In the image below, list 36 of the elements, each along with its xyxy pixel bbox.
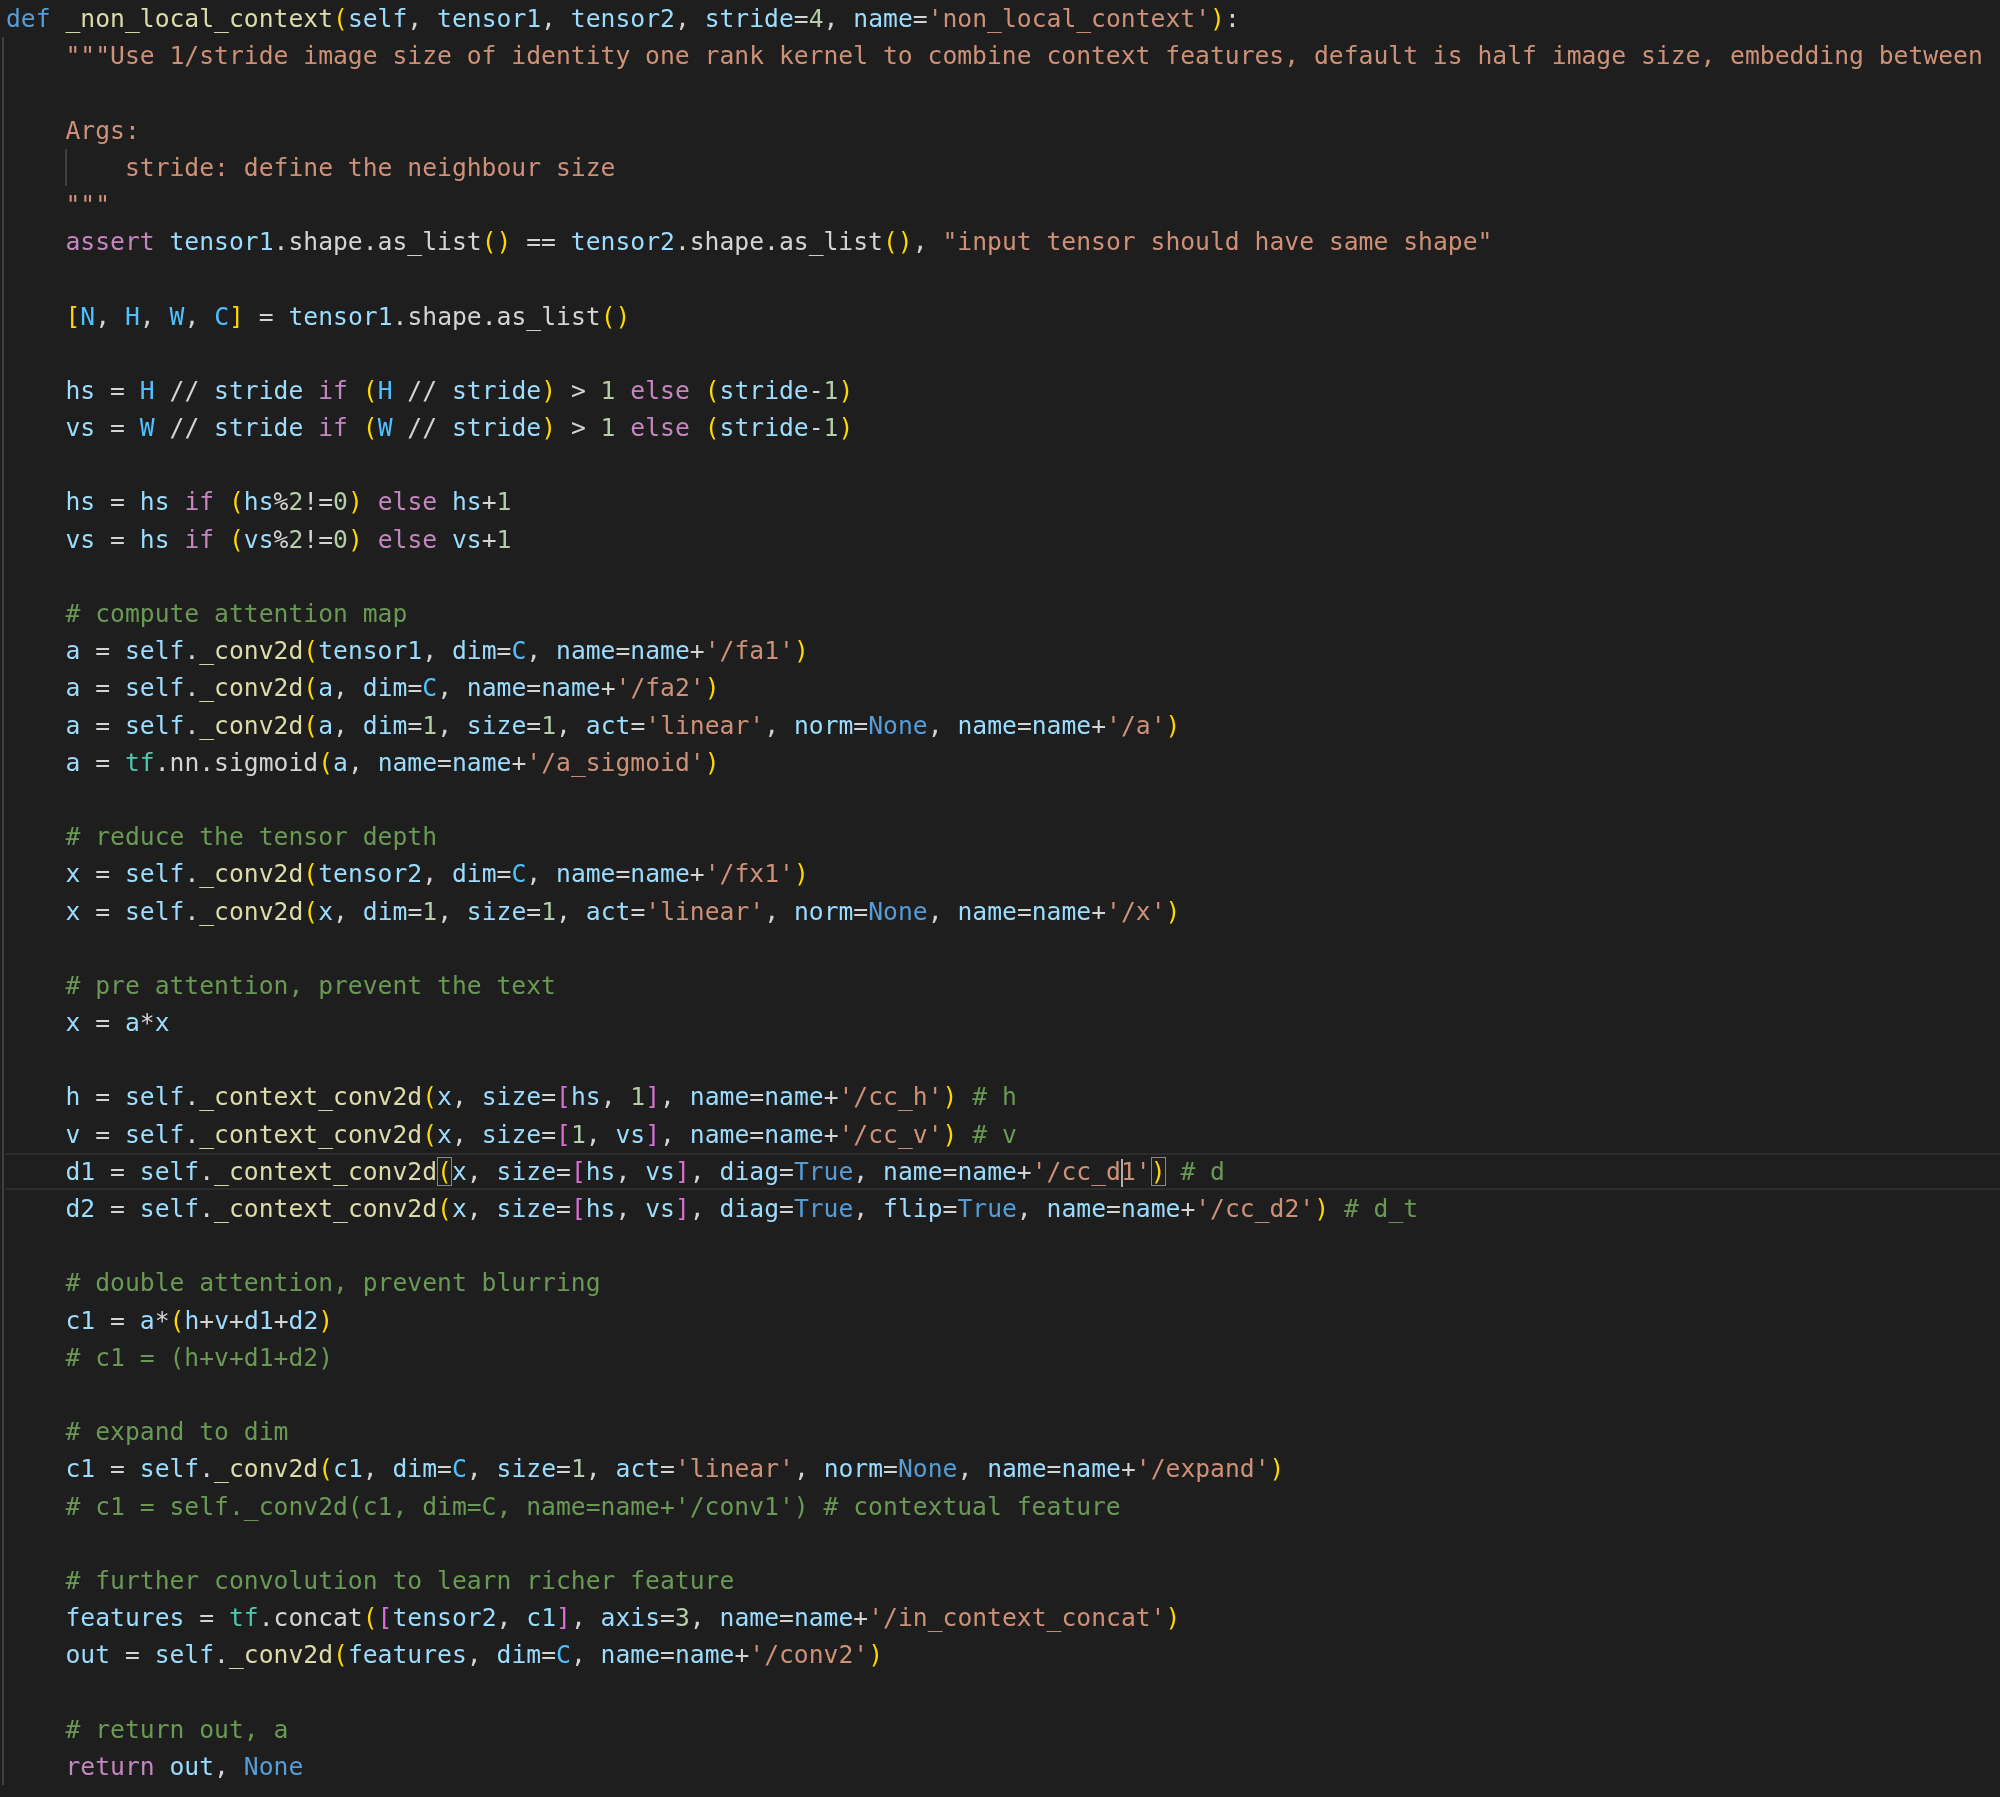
code-line: def _non_local_context(self, tensor1, tensor2, stride=4, name='non_local_context'):	[6, 3, 1241, 35]
code-line: a = self._conv2d(tensor1, dim=C, name=name+'/fa1')	[64, 635, 810, 668]
code-line: vs = hs if (vs%2!=0) else vs+1	[64, 523, 513, 556]
code-line: c1 = a*(h+v+d1+d2)	[64, 1304, 335, 1337]
code-line: """	[64, 188, 112, 221]
code-line: c1 = self._conv2d(c1, dim=C, size=1, act='linear', norm=None, name=name+'/expand')	[64, 1453, 1286, 1486]
code-line: """Use 1/stride image size of identity one rank kernel to combine context features, default is half image size, embedding between	[64, 40, 1984, 73]
code-line: x = self._conv2d(x, dim=1, size=1, act='linear', norm=None, name=name+'/x')	[64, 895, 1182, 928]
code-line: [N, H, W, C] = tensor1.shape.as_list()	[64, 300, 632, 333]
code-line: x = a*x	[64, 1007, 171, 1040]
code-line: h = self._context_conv2d(x, size=[hs, 1], name=name+'/cc_h') # h	[64, 1081, 1018, 1114]
code-comment: # return out, a	[64, 1713, 290, 1746]
code-line: v = self._context_conv2d(x, size=[1, vs], name=name+'/cc_v') # v	[64, 1118, 1018, 1151]
code-line: features = tf.concat([tensor2, c1], axis=3, name=name+'/in_context_concat')	[64, 1602, 1182, 1635]
code-line: a = self._conv2d(a, dim=1, size=1, act='linear', norm=None, name=name+'/a')	[64, 709, 1182, 742]
code-line: stride: define the neighbour size	[6, 148, 2000, 186]
code-line: return out, None	[64, 1750, 305, 1783]
code-comment: # reduce the tensor depth	[64, 821, 439, 854]
code-line: d2 = self._context_conv2d(x, size=[hs, vs], diag=True, flip=True, name=name+'/cc_d2') # d_t	[64, 1193, 1420, 1225]
code-line: hs = hs if (hs%2!=0) else hs+1	[64, 486, 513, 519]
code-line: Args:	[64, 114, 141, 147]
code-comment: # c1 = self._conv2d(c1, dim=C, name=name+'/conv1') # contextual feature	[64, 1490, 1122, 1523]
code-comment: # compute attention map	[64, 598, 409, 630]
code-line: out = self._conv2d(features, dim=C, name=name+'/conv2')	[64, 1639, 885, 1672]
code-comment: # expand to dim	[64, 1416, 290, 1449]
code-comment: # pre attention, prevent the text	[64, 969, 557, 1002]
code-comment: # further convolution to learn richer feature	[64, 1564, 736, 1597]
code-line: assert tensor1.shape.as_list() == tensor2.shape.as_list(), "input tensor should have same shape"	[64, 226, 1494, 259]
code-line: a = tf.nn.sigmoid(a, name=name+'/a_sigmoid')	[64, 746, 721, 779]
code-line: vs = W // stride if (W // stride) > 1 else (stride-1)	[64, 412, 855, 445]
code-line: d1 = self._context_conv2d(x, size=[hs, vs], diag=True, name=name+'/cc_d 1') # d	[6, 1152, 2000, 1190]
code-line: x = self._conv2d(tensor2, dim=C, name=name+'/fx1')	[64, 858, 810, 891]
code-line: a = self._conv2d(a, dim=C, name=name+'/fa2')	[64, 672, 721, 705]
code-comment: # c1 = (h+v+d1+d2)	[64, 1341, 334, 1374]
code-line: hs = H // stride if (H // stride) > 1 else (stride-1)	[64, 374, 855, 407]
code-comment: # double attention, prevent blurring	[64, 1267, 602, 1300]
